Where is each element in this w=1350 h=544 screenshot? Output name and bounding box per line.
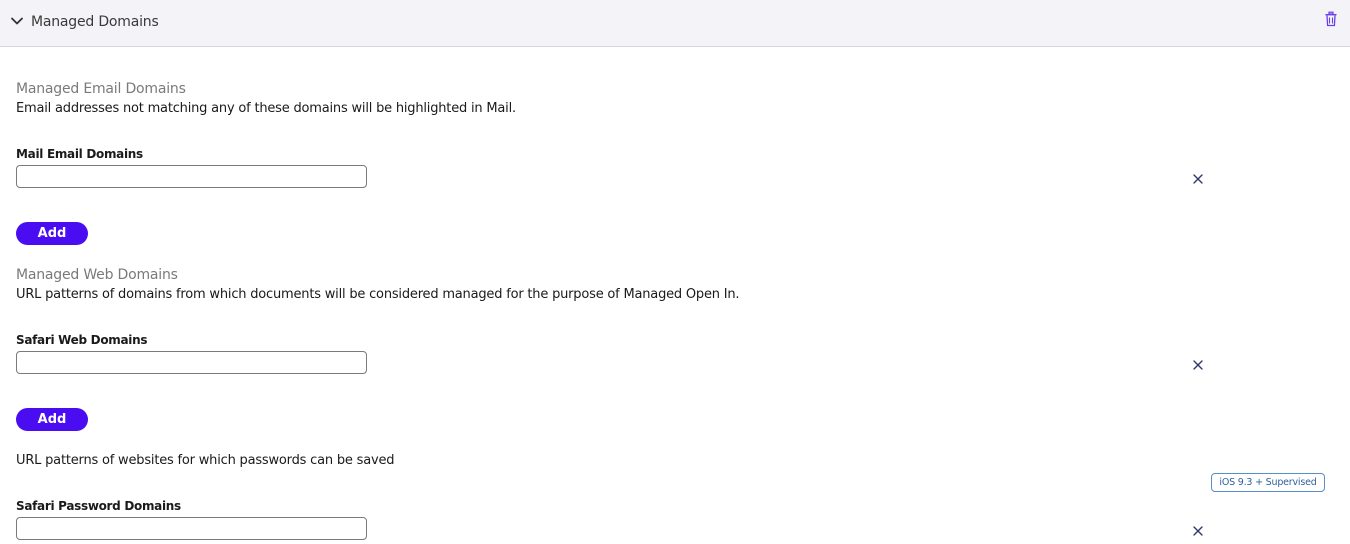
web-section-description: URL patterns of domains from which docum… — [16, 287, 740, 302]
safari-password-domains-input[interactable] — [16, 517, 367, 540]
safari-web-domains-input[interactable] — [16, 351, 367, 374]
mail-email-domains-input[interactable] — [16, 165, 367, 188]
web-section-title: Managed Web Domains — [16, 267, 178, 283]
safari-web-domains-label: Safari Web Domains — [16, 333, 148, 347]
add-mail-domain-button[interactable]: Add — [16, 222, 88, 245]
section-title: Managed Domains — [31, 14, 159, 30]
email-section-description: Email addresses not matching any of thes… — [16, 101, 516, 116]
ios-supervised-badge: iOS 9.3 + Supervised — [1211, 473, 1325, 492]
password-section-description: URL patterns of websites for which passw… — [16, 453, 395, 468]
chevron-down-icon[interactable] — [10, 14, 24, 28]
remove-password-domain-icon[interactable] — [1192, 525, 1204, 537]
trash-icon[interactable] — [1323, 11, 1339, 27]
remove-web-domain-icon[interactable] — [1192, 359, 1204, 371]
mail-email-domains-label: Mail Email Domains — [16, 147, 143, 161]
add-web-domain-button[interactable]: Add — [16, 408, 88, 431]
email-section-title: Managed Email Domains — [16, 81, 186, 97]
section-header[interactable]: Managed Domains — [0, 0, 1350, 47]
remove-mail-domain-icon[interactable] — [1192, 173, 1204, 185]
safari-password-domains-label: Safari Password Domains — [16, 499, 181, 513]
